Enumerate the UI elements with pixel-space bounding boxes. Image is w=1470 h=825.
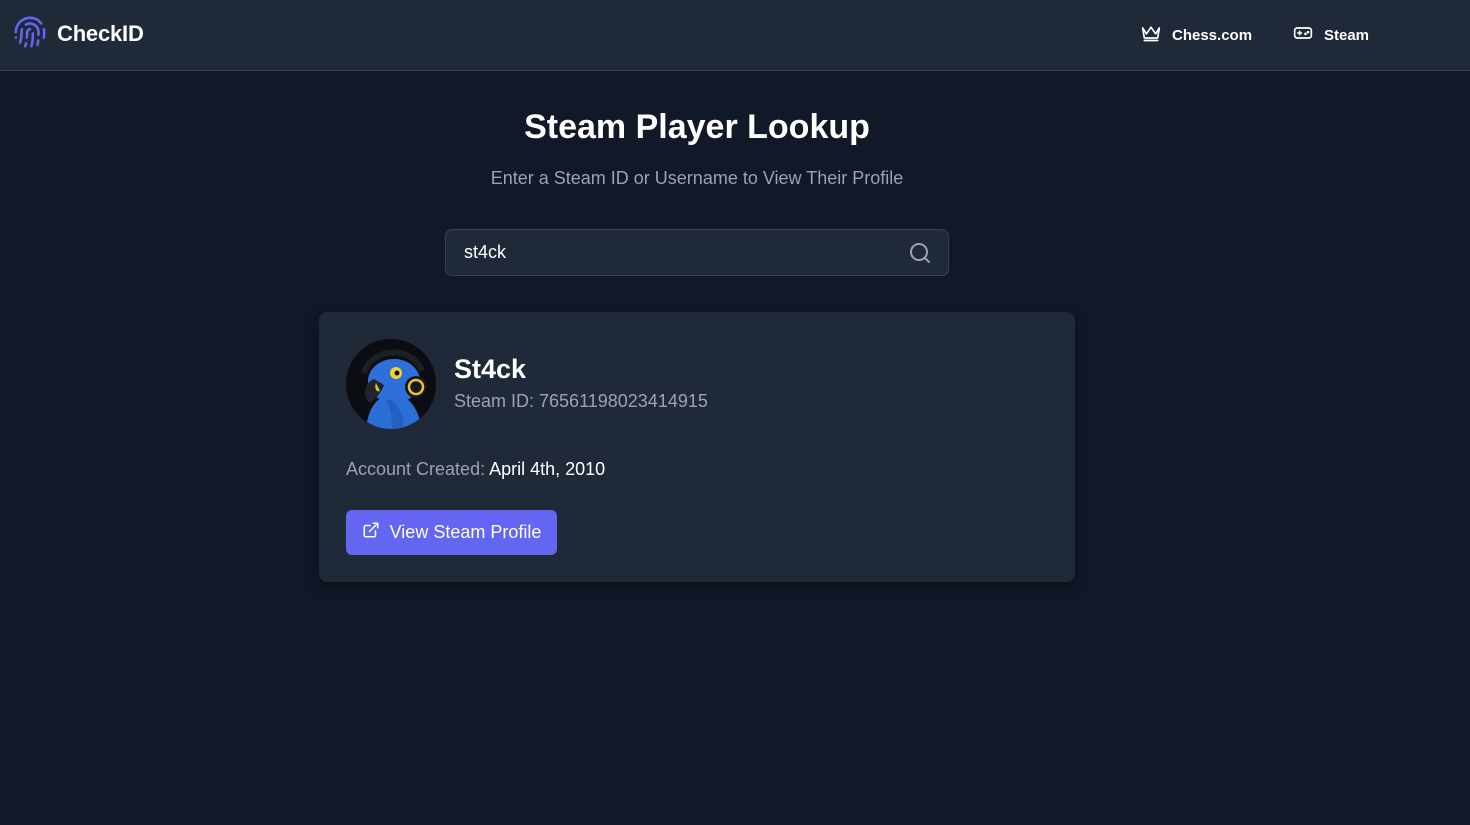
- search-box: [445, 229, 949, 276]
- fingerprint-icon: [13, 14, 47, 55]
- search-icon[interactable]: [908, 241, 932, 265]
- account-created: Account Created: April 4th, 2010: [346, 459, 605, 480]
- top-navbar: CheckID Chess.com Steam: [0, 0, 1470, 71]
- page-subtitle: Enter a Steam ID or Username to View The…: [490, 168, 904, 188]
- account-created-value: April 4th, 2010: [489, 459, 606, 479]
- nav-link-chess[interactable]: Chess.com: [1140, 22, 1252, 48]
- external-link-icon: [362, 521, 380, 544]
- player-avatar: [346, 339, 436, 429]
- gamepad-icon: [1292, 23, 1314, 47]
- crown-icon: [1140, 23, 1162, 47]
- page-title: Steam Player Lookup: [524, 108, 870, 146]
- nav-link-label: Chess.com: [1172, 26, 1253, 44]
- brand-name: CheckID: [57, 21, 144, 46]
- player-card: St4ck Steam ID: 76561198023414915 Accoun…: [319, 312, 1075, 582]
- steam-id: Steam ID: 76561198023414915: [454, 391, 708, 411]
- nav-link-label: Steam: [1324, 26, 1370, 44]
- view-steam-profile-button[interactable]: View Steam Profile: [346, 510, 557, 555]
- account-created-label: Account Created:: [346, 459, 486, 479]
- nav-link-steam[interactable]: Steam: [1292, 22, 1369, 48]
- search-input[interactable]: [446, 230, 906, 275]
- view-steam-profile-label: View Steam Profile: [389, 522, 542, 542]
- player-name: St4ck: [454, 354, 527, 384]
- brand-logo[interactable]: CheckID: [13, 16, 144, 52]
